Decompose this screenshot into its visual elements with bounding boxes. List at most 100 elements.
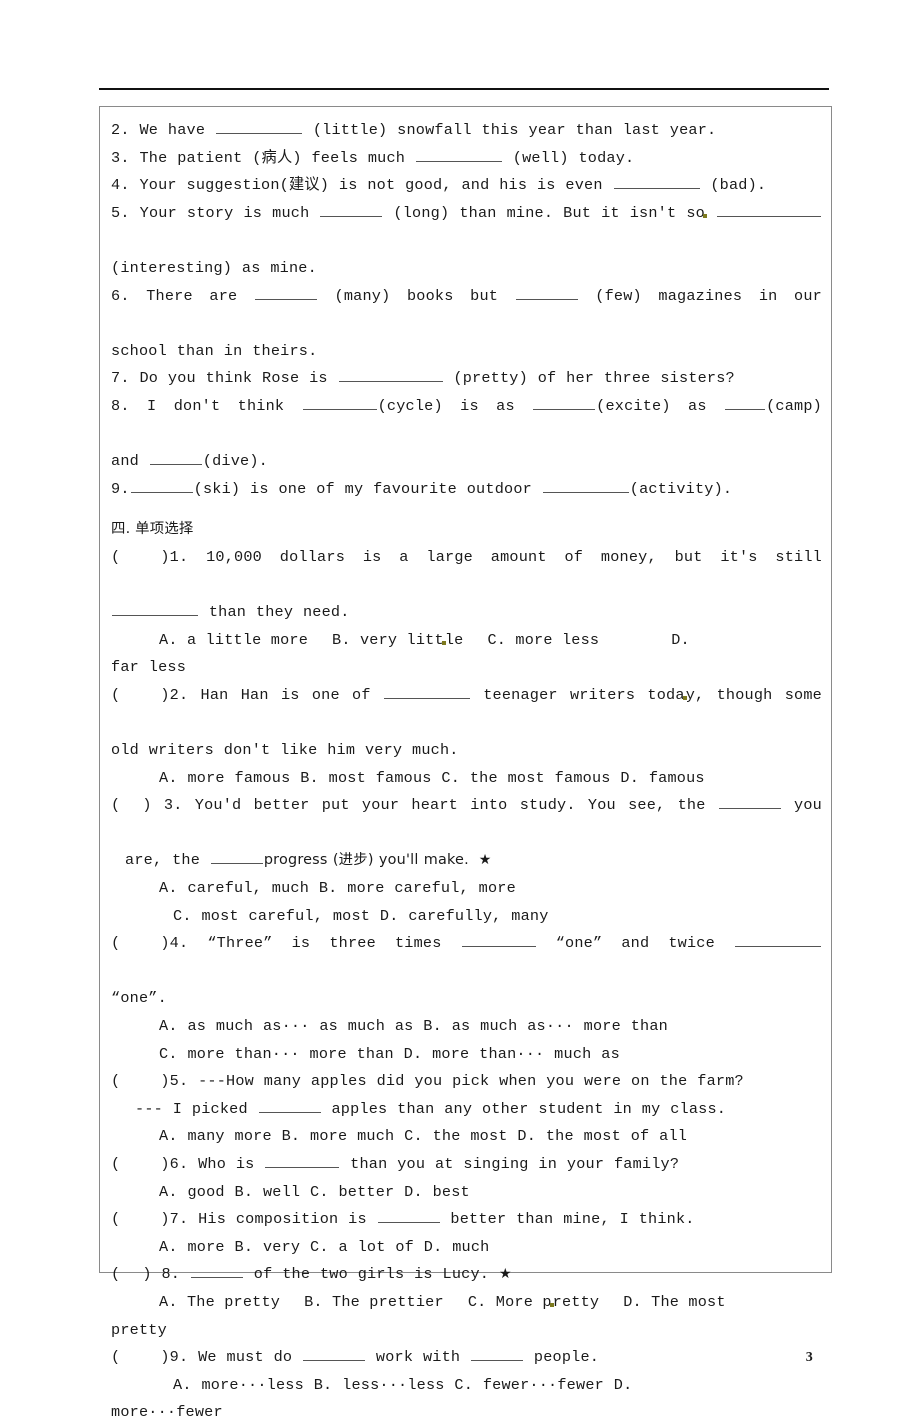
options-row[interactable]: A. careful, much B. more careful, more <box>159 879 516 897</box>
answer-blank[interactable] <box>734 932 821 948</box>
answer-blank[interactable] <box>542 477 629 493</box>
fill-item-8-text-f: (dive). <box>202 452 268 471</box>
answer-blank[interactable] <box>303 1346 366 1362</box>
answer-blank[interactable] <box>265 1153 340 1168</box>
choice-question-5-text-b: --- I picked <box>135 1099 248 1118</box>
choice-question-1-stem-cont: than they need. <box>111 599 822 627</box>
answer-blank[interactable] <box>415 146 502 162</box>
answer-blank[interactable] <box>210 849 263 865</box>
fill-item-9-number: 9. <box>111 479 130 498</box>
answer-blank[interactable] <box>320 201 383 217</box>
fill-item-8-text-a: I don't think <box>147 396 285 415</box>
option-d[interactable]: D. The most <box>623 1293 725 1311</box>
fill-item-5-number: 5. <box>111 203 130 222</box>
answer-paren-open[interactable]: ( <box>111 1072 120 1090</box>
answer-paren-close: )9. <box>160 1348 189 1367</box>
option-c[interactable]: C. more less <box>487 631 599 649</box>
answer-paren-open[interactable]: ( <box>111 1265 120 1283</box>
answer-paren-open[interactable]: ( <box>111 1155 120 1173</box>
answer-blank[interactable] <box>338 367 443 383</box>
choice-question-5-text-a: ---How many apples did you pick when you… <box>198 1072 744 1091</box>
fill-item-8-line1: 8. I don't think (cycle) is as (excite) … <box>111 393 822 448</box>
options-row[interactable]: A. good B. well C. better D. best <box>159 1183 470 1201</box>
answer-blank[interactable] <box>471 1346 524 1362</box>
fill-item-9-text-a: (ski) is one of my favourite outdoor <box>193 479 532 498</box>
choice-question-2-stem: ()2. Han Han is one of teenager writers … <box>111 682 822 737</box>
choice-question-8-text-a: of the two girls is Lucy. <box>253 1265 490 1284</box>
choice-question-2-text-c: y, though some <box>685 685 822 704</box>
option-d-tail[interactable]: far less <box>111 658 186 676</box>
answer-blank[interactable] <box>130 477 193 493</box>
fill-item-3: 3. The patient (病人) feels much (well) to… <box>111 145 822 173</box>
answer-blank[interactable] <box>377 1208 440 1224</box>
choice-section-heading: 四. 单项选择 <box>111 521 194 538</box>
choice-question-5-options: A. many more B. more much C. the most D.… <box>111 1123 822 1151</box>
answer-paren-open[interactable]: ( <box>111 1210 120 1228</box>
fill-item-4-number: 4. <box>111 176 130 195</box>
option-a[interactable]: A. The pretty <box>159 1293 280 1311</box>
choice-question-2-options: A. more famous B. most famous C. the mos… <box>111 765 822 793</box>
option-a[interactable]: A. a little more <box>159 631 308 649</box>
options-row[interactable]: A. as much as··· as much as B. as much a… <box>159 1017 668 1035</box>
answer-paren-close: )5. <box>160 1072 189 1091</box>
answer-blank[interactable] <box>190 1263 243 1279</box>
choice-question-1-options-cont: far less <box>111 654 822 682</box>
option-c[interactable]: C. More p <box>468 1293 552 1311</box>
option-c-tail[interactable]: retty <box>553 1293 600 1311</box>
options-row[interactable]: A. more···less B. less···less C. fewer··… <box>173 1376 632 1394</box>
answer-blank[interactable] <box>533 395 596 410</box>
choice-question-2-text-b: teenager writers toda <box>483 685 685 704</box>
choice-question-7-stem: ()7. His composition is better than mine… <box>111 1206 822 1234</box>
fill-item-3-text-b: (well) today. <box>512 148 635 167</box>
fill-item-4: 4. Your suggestion(建议) is not good, and … <box>111 172 822 200</box>
fill-item-3-text-a: The patient (病人) feels much <box>139 148 406 167</box>
option-b-tail[interactable]: le <box>445 631 464 649</box>
fill-item-9-text-b: (activity). <box>629 479 733 498</box>
answer-paren-open[interactable]: ( <box>111 934 120 952</box>
options-row[interactable]: A. more famous B. most famous C. the mos… <box>159 769 705 787</box>
option-b[interactable]: B. very litt <box>332 631 444 649</box>
options-row[interactable]: A. more B. very C. a lot of D. much <box>159 1238 490 1256</box>
answer-paren-open[interactable]: ( <box>111 1348 120 1366</box>
fill-item-5-text-b: (long) than mine. But it isn't so <box>393 203 705 222</box>
scan-artifact <box>702 213 707 218</box>
fill-item-6-number: 6. <box>111 286 130 305</box>
choice-question-9-text-a: We must do <box>198 1348 293 1367</box>
option-d-tail[interactable]: pretty <box>111 1321 167 1339</box>
answer-blank[interactable] <box>515 284 578 300</box>
choice-question-4-options-1: A. as much as··· as much as B. as much a… <box>111 1013 822 1041</box>
answer-paren-open[interactable]: ( <box>111 686 120 704</box>
option-b[interactable]: B. The prettier <box>304 1293 444 1311</box>
choice-question-6-options: A. good B. well C. better D. best <box>111 1179 822 1207</box>
answer-paren-open[interactable]: ( <box>111 796 120 814</box>
choice-question-3-text-d: progress (进步) you'll make. <box>263 852 469 869</box>
fill-item-2-text-a: We have <box>139 121 206 139</box>
option-d[interactable]: D. <box>671 631 690 649</box>
choice-question-4-text-a: “Three” is three times <box>207 934 442 953</box>
choice-question-8-options-cont: pretty <box>111 1317 822 1345</box>
answer-blank[interactable] <box>718 794 781 810</box>
choice-question-2-stem-cont: old writers don't like him very much. <box>111 737 822 765</box>
options-row[interactable]: C. most careful, most D. carefully, many <box>173 907 549 925</box>
answer-blank[interactable] <box>383 683 470 699</box>
answer-blank[interactable] <box>254 284 317 300</box>
fill-item-7: 7. Do you think Rose is (pretty) of her … <box>111 365 822 393</box>
answer-blank[interactable] <box>725 395 766 410</box>
choice-question-1-text-b: than they need. <box>208 603 350 622</box>
choice-question-3-text-a: You'd better put your heart into study. … <box>194 796 706 815</box>
option-d-tail[interactable]: more···fewer <box>111 1403 223 1421</box>
options-row[interactable]: A. many more B. more much C. the most D.… <box>159 1127 687 1145</box>
answer-blank[interactable] <box>461 932 536 948</box>
answer-blank[interactable] <box>216 119 302 134</box>
answer-paren-open[interactable]: ( <box>111 548 120 566</box>
choice-question-1-stem: ()1. 10,000 dollars is a large amount of… <box>111 544 822 599</box>
options-row[interactable]: C. more than··· more than D. more than··… <box>159 1045 620 1063</box>
answer-blank[interactable] <box>716 201 821 217</box>
answer-blank[interactable] <box>149 450 202 466</box>
answer-blank[interactable] <box>302 395 377 410</box>
answer-blank[interactable] <box>613 174 700 190</box>
answer-blank[interactable] <box>112 601 198 617</box>
fill-item-5-line2: (interesting) as mine. <box>111 255 822 283</box>
answer-blank[interactable] <box>258 1097 321 1113</box>
